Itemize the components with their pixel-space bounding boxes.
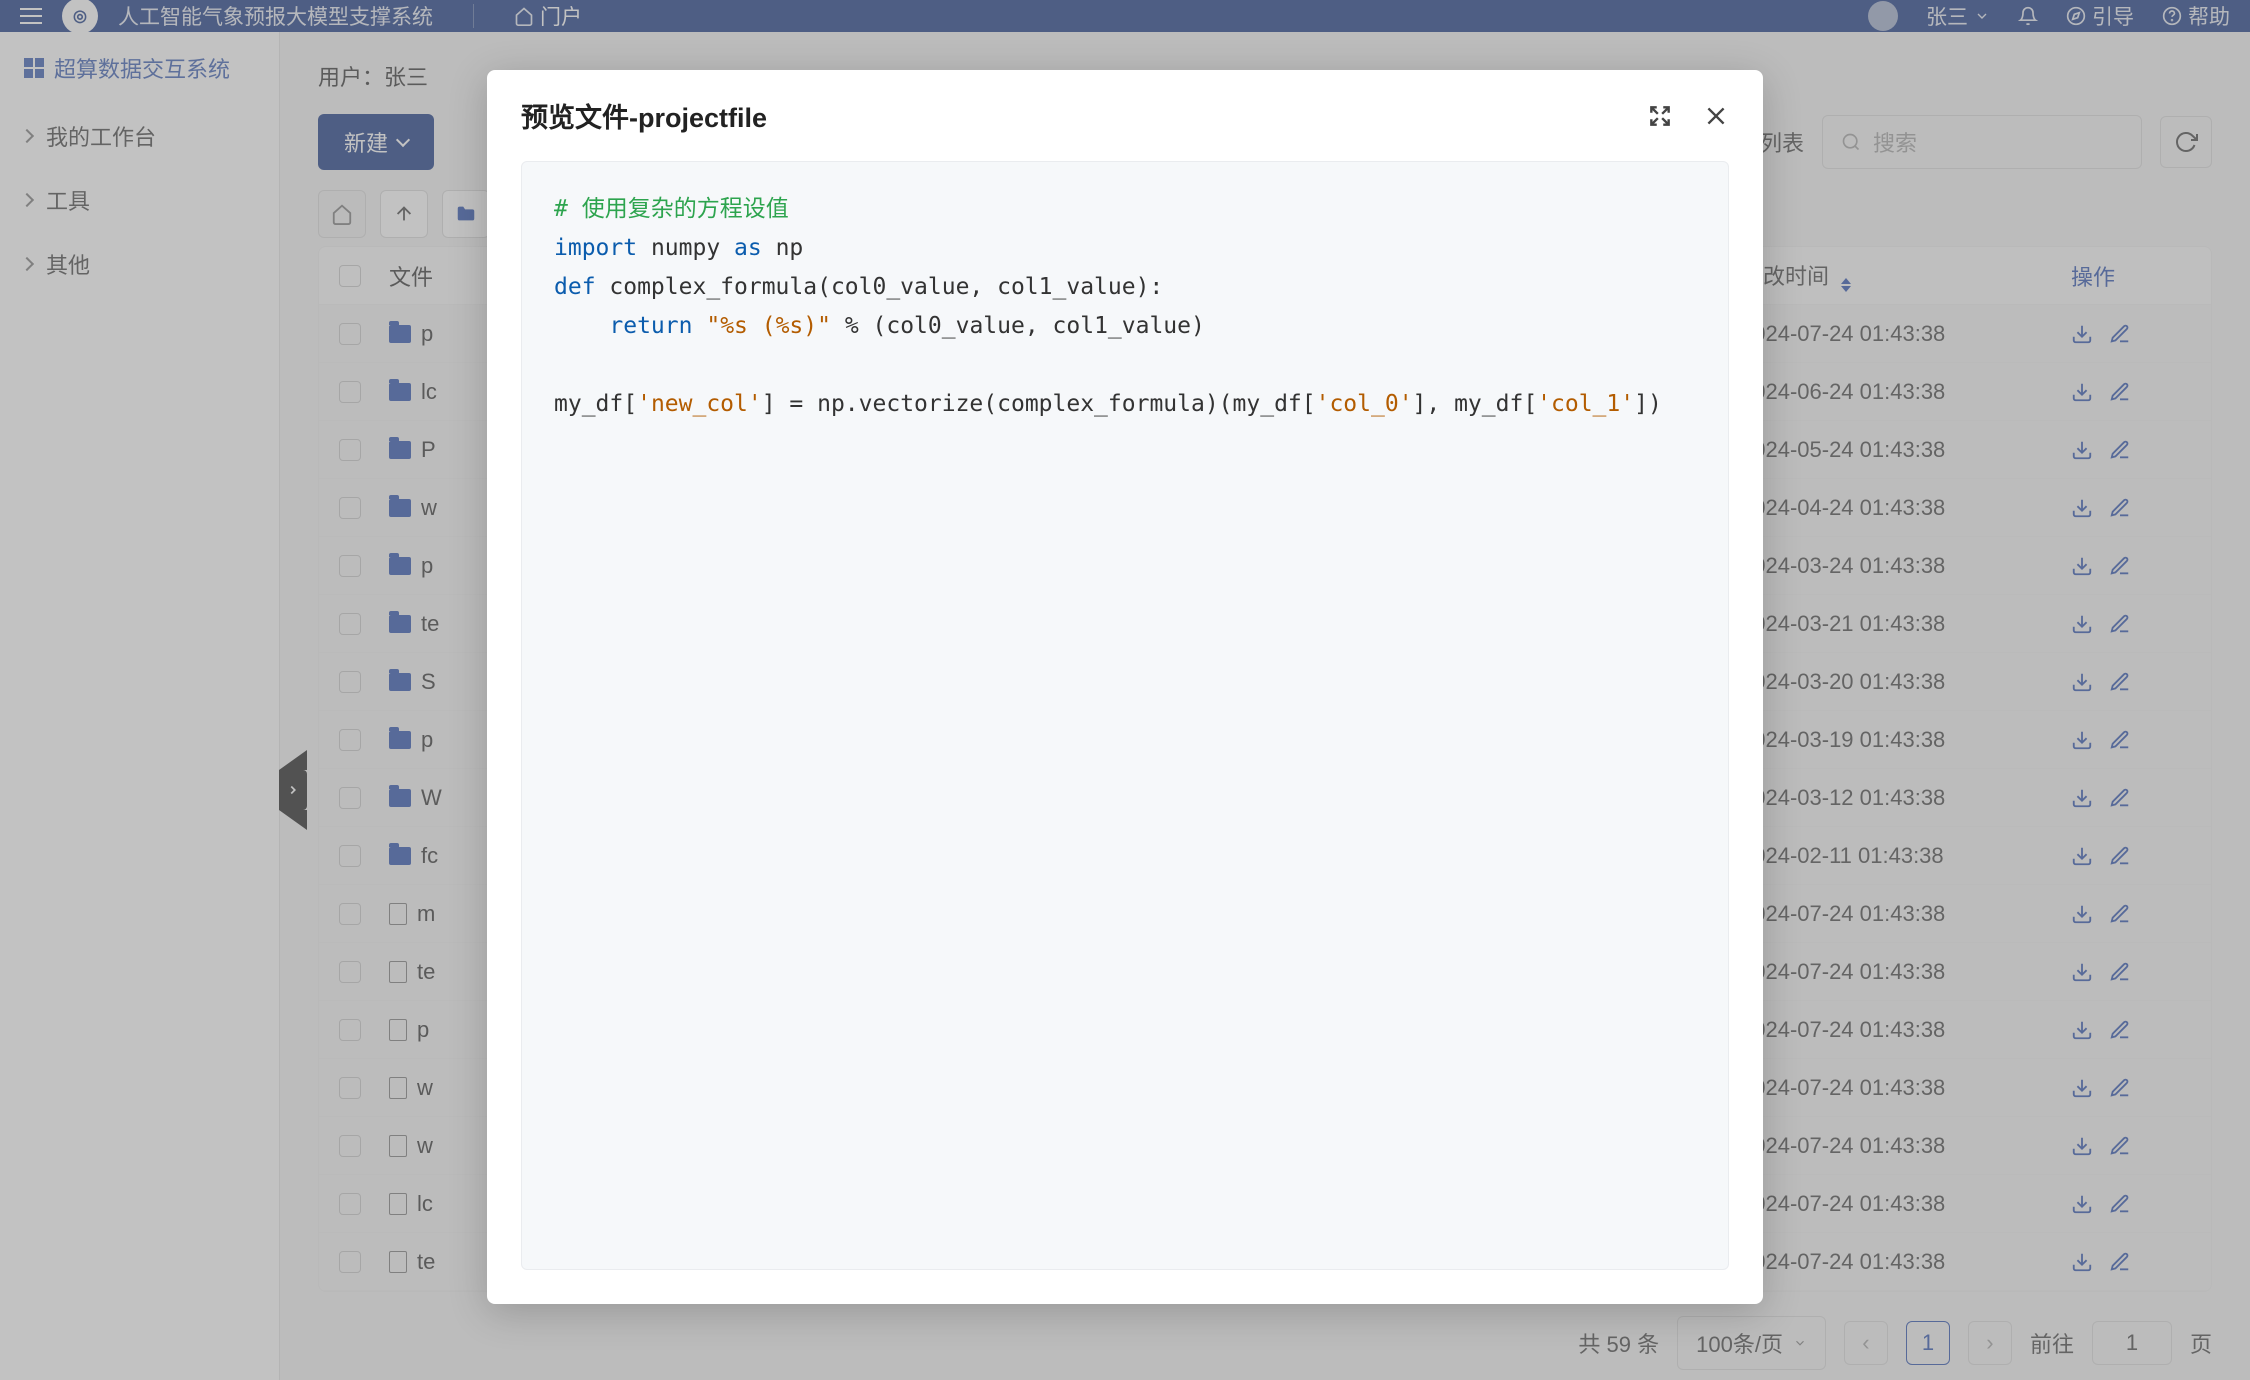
code-keyword: return [609,313,692,339]
code-keyword: as [734,235,762,261]
code-text: ], my_df[ [1413,391,1538,417]
modal-body: # 使用复杂的方程设值 import numpy as np def compl… [487,161,1763,1304]
code-text: np [762,235,804,261]
code-text: ] = np.vectorize(complex_formula)(my_df[ [762,391,1316,417]
code-keyword: import [554,235,637,261]
close-icon[interactable] [1703,103,1729,129]
code-text [692,313,706,339]
modal-title: 预览文件-projectfile [521,96,1647,135]
code-string: 'new_col' [637,391,762,417]
code-text: ]) [1634,391,1662,417]
modal-overlay[interactable]: 预览文件-projectfile # 使用复杂的方程设值 import nump… [0,0,2250,1380]
code-string: "%s (%s)" [706,313,831,339]
code-text: % (col0_value, col1_value) [831,313,1205,339]
code-string: 'col_0' [1316,391,1413,417]
code-keyword: def [554,274,596,300]
code-text: complex_formula(col0_value, col1_value): [596,274,1164,300]
code-indent [554,313,609,339]
code-preview[interactable]: # 使用复杂的方程设值 import numpy as np def compl… [521,161,1729,1270]
code-text: numpy [637,235,734,261]
modal-header: 预览文件-projectfile [487,70,1763,161]
code-text: my_df[ [554,391,637,417]
expand-icon[interactable] [1647,103,1673,129]
preview-modal: 预览文件-projectfile # 使用复杂的方程设值 import nump… [487,70,1763,1304]
code-string: 'col_1' [1537,391,1634,417]
code-comment: # 使用复杂的方程设值 [554,196,789,222]
